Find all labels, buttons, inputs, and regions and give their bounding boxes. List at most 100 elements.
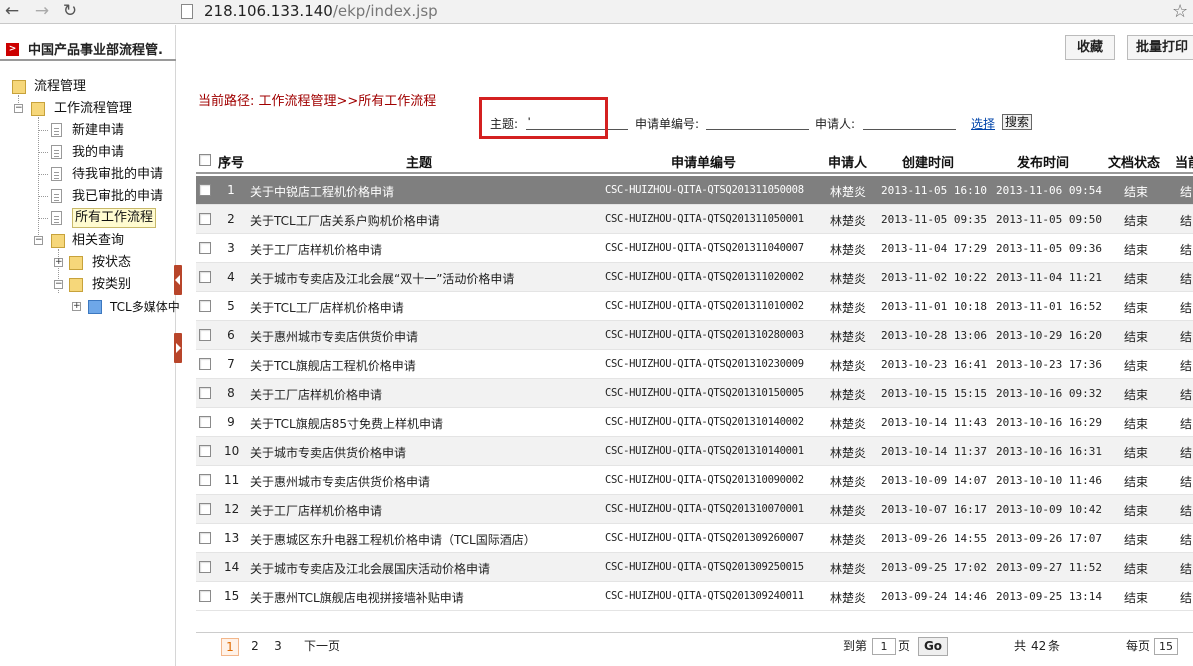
tree-node-root[interactable]: 流程管理 bbox=[34, 77, 86, 97]
tree-node-my-requests[interactable]: 我的申请 bbox=[72, 143, 124, 163]
header-no[interactable]: 序号 bbox=[218, 152, 244, 171]
header-applicant[interactable]: 申请人 bbox=[828, 152, 867, 171]
row-subject-link[interactable]: 关于工厂店样机价格申请 bbox=[250, 386, 382, 403]
tree-node-tcl-media[interactable]: TCL多媒体中 bbox=[110, 297, 180, 317]
row-subject-link[interactable]: 关于TCL旗舰店工程机价格申请 bbox=[250, 357, 416, 374]
tree-node-workflow[interactable]: 工作流程管理 bbox=[54, 99, 132, 119]
header-created[interactable]: 创建时间 bbox=[902, 152, 954, 171]
row-current-step: 结 bbox=[1180, 301, 1193, 315]
search-button[interactable]: 搜索 bbox=[1002, 114, 1033, 130]
row-subject-link[interactable]: 关于工厂店样机价格申请 bbox=[250, 241, 382, 258]
collapse-toggle-icon[interactable]: − bbox=[14, 104, 23, 113]
header-subject[interactable]: 主题 bbox=[406, 152, 432, 171]
batch-print-button[interactable]: 批量打印 bbox=[1127, 35, 1193, 60]
row-subject-link[interactable]: 关于城市专卖店及江北会展国庆活动价格申请 bbox=[250, 560, 490, 577]
tree-node-related-query[interactable]: 相关查询 bbox=[72, 231, 124, 251]
row-checkbox[interactable] bbox=[199, 590, 211, 602]
row-checkbox[interactable] bbox=[199, 358, 211, 370]
row-subject-link[interactable]: 关于中锐店工程机价格申请 bbox=[250, 183, 394, 200]
expand-sidebar-handle[interactable] bbox=[174, 333, 182, 363]
row-subject-link[interactable]: 关于TCL工厂店关系户购机价格申请 bbox=[250, 212, 440, 229]
row-created-time: 2013-10-09 14:07 bbox=[881, 474, 987, 487]
row-applicant: 林楚炎 bbox=[830, 185, 867, 199]
table-row[interactable]: 4 关于城市专卖店及江北会展“双十一”活动价格申请 CSC-HUIZHOU-QITA… bbox=[196, 263, 1193, 292]
row-subject-link[interactable]: 关于工厂店样机价格申请 bbox=[250, 502, 382, 519]
row-checkbox[interactable] bbox=[199, 416, 211, 428]
reload-icon[interactable]: ↻ bbox=[60, 2, 80, 22]
total-count: 42 bbox=[1031, 639, 1047, 653]
go-button[interactable]: Go bbox=[918, 637, 948, 656]
header-code[interactable]: 申请单编号 bbox=[671, 152, 736, 171]
applicant-input[interactable] bbox=[863, 115, 956, 130]
row-subject-link[interactable]: 关于城市专卖店供货价格申请 bbox=[250, 444, 406, 461]
tree-node-by-category[interactable]: 按类别 bbox=[92, 275, 131, 295]
table-row[interactable]: 1 关于中锐店工程机价格申请 CSC-HUIZHOU-QITA-QTSQ201311… bbox=[196, 176, 1193, 205]
header-published[interactable]: 发布时间 bbox=[1017, 152, 1069, 171]
code-input[interactable] bbox=[706, 115, 809, 130]
row-checkbox[interactable] bbox=[199, 184, 211, 196]
collapse-sidebar-handle[interactable] bbox=[174, 265, 182, 295]
document-icon bbox=[51, 145, 62, 159]
row-subject-link[interactable]: 关于惠州城市专卖店供货价申请 bbox=[250, 328, 418, 345]
select-applicant-link[interactable]: 选择 bbox=[971, 115, 995, 132]
collapse-toggle-icon[interactable]: − bbox=[34, 236, 43, 245]
row-current-step: 结 bbox=[1180, 591, 1193, 605]
row-checkbox[interactable] bbox=[199, 561, 211, 573]
page-3-link[interactable]: 3 bbox=[271, 638, 285, 656]
table-row[interactable]: 12 关于工厂店样机价格申请 CSC-HUIZHOU-QITA-QTSQ201310… bbox=[196, 495, 1193, 524]
expand-toggle-icon[interactable]: + bbox=[72, 302, 81, 311]
row-current-step: 结 bbox=[1180, 330, 1193, 344]
header-doc-status[interactable]: 文档状态 bbox=[1108, 152, 1160, 171]
next-page-link[interactable]: 下一页 bbox=[304, 638, 340, 656]
bookmark-star-icon[interactable]: ☆ bbox=[1172, 1, 1188, 22]
row-subject-link[interactable]: 关于惠州TCL旗舰店电视拼接墙补贴申请 bbox=[250, 589, 464, 606]
row-number: 12 bbox=[224, 502, 240, 516]
header-current[interactable]: 当前 bbox=[1175, 152, 1193, 171]
row-checkbox[interactable] bbox=[199, 532, 211, 544]
tree-node-new-request[interactable]: 新建申请 bbox=[72, 121, 124, 141]
table-row[interactable]: 8 关于工厂店样机价格申请 CSC-HUIZHOU-QITA-QTSQ2013101… bbox=[196, 379, 1193, 408]
forward-arrow-icon[interactable]: → bbox=[32, 2, 52, 22]
collapse-toggle-icon[interactable]: − bbox=[54, 280, 63, 289]
row-checkbox[interactable] bbox=[199, 445, 211, 457]
row-checkbox[interactable] bbox=[199, 387, 211, 399]
table-row[interactable]: 2 关于TCL工厂店关系户购机价格申请 CSC-HUIZHOU-QITA-QTSQ2… bbox=[196, 205, 1193, 234]
page-1-link[interactable]: 1 bbox=[221, 638, 239, 656]
table-row[interactable]: 11 关于惠州城市专卖店供货价格申请 CSC-HUIZHOU-QITA-QTSQ20… bbox=[196, 466, 1193, 495]
row-checkbox[interactable] bbox=[199, 213, 211, 225]
table-row[interactable]: 3 关于工厂店样机价格申请 CSC-HUIZHOU-QITA-QTSQ2013110… bbox=[196, 234, 1193, 263]
back-arrow-icon[interactable]: ← bbox=[2, 2, 22, 22]
address-bar[interactable]: 218.106.133.140/ekp/index.jsp bbox=[88, 0, 1168, 24]
row-checkbox[interactable] bbox=[199, 474, 211, 486]
select-all-checkbox[interactable] bbox=[199, 154, 211, 166]
row-checkbox[interactable] bbox=[199, 329, 211, 341]
row-subject-link[interactable]: 关于惠城区东升电器工程机价格申请（TCL国际酒店） bbox=[250, 531, 536, 548]
row-checkbox[interactable] bbox=[199, 271, 211, 283]
tree-node-approved[interactable]: 我已审批的申请 bbox=[72, 187, 163, 207]
tree-node-pending[interactable]: 待我审批的申请 bbox=[72, 165, 163, 185]
row-checkbox[interactable] bbox=[199, 503, 211, 515]
row-current-step: 结 bbox=[1180, 446, 1193, 460]
row-subject-link[interactable]: 关于城市专卖店及江北会展“双十一”活动价格申请 bbox=[250, 270, 514, 287]
favorite-button[interactable]: 收藏 bbox=[1065, 35, 1115, 60]
row-checkbox[interactable] bbox=[199, 300, 211, 312]
table-row[interactable]: 10 关于城市专卖店供货价格申请 CSC-HUIZHOU-QITA-QTSQ2013… bbox=[196, 437, 1193, 466]
row-subject-link[interactable]: 关于TCL工厂店样机价格申请 bbox=[250, 299, 404, 316]
table-row[interactable]: 7 关于TCL旗舰店工程机价格申请 CSC-HUIZHOU-QITA-QTSQ201… bbox=[196, 350, 1193, 379]
per-page-input[interactable]: 15 bbox=[1154, 638, 1178, 655]
expand-toggle-icon[interactable]: + bbox=[54, 258, 63, 267]
row-subject-link[interactable]: 关于TCL旗舰店85寸免费上样机申请 bbox=[250, 415, 443, 432]
tree-node-all-workflows[interactable]: 所有工作流程 bbox=[72, 208, 157, 228]
table-row[interactable]: 15 关于惠州TCL旗舰店电视拼接墙补贴申请 CSC-HUIZHOU-QITA-QT… bbox=[196, 582, 1193, 611]
row-subject-link[interactable]: 关于惠州城市专卖店供货价格申请 bbox=[250, 473, 430, 490]
table-row[interactable]: 13 关于惠城区东升电器工程机价格申请（TCL国际酒店） CSC-HUIZHOU-Q… bbox=[196, 524, 1193, 553]
goto-page-input[interactable]: 1 bbox=[872, 638, 896, 655]
row-checkbox[interactable] bbox=[199, 242, 211, 254]
page-2-link[interactable]: 2 bbox=[248, 638, 262, 656]
row-current-step: 结 bbox=[1180, 359, 1193, 373]
table-row[interactable]: 14 关于城市专卖店及江北会展国庆活动价格申请 CSC-HUIZHOU-QITA-Q… bbox=[196, 553, 1193, 582]
table-row[interactable]: 6 关于惠州城市专卖店供货价申请 CSC-HUIZHOU-QITA-QTSQ2013… bbox=[196, 321, 1193, 350]
table-row[interactable]: 5 关于TCL工厂店样机价格申请 CSC-HUIZHOU-QITA-QTSQ2013… bbox=[196, 292, 1193, 321]
tree-node-by-status[interactable]: 按状态 bbox=[92, 253, 131, 273]
table-row[interactable]: 9 关于TCL旗舰店85寸免费上样机申请 CSC-HUIZHOU-QITA-QTSQ… bbox=[196, 408, 1193, 437]
